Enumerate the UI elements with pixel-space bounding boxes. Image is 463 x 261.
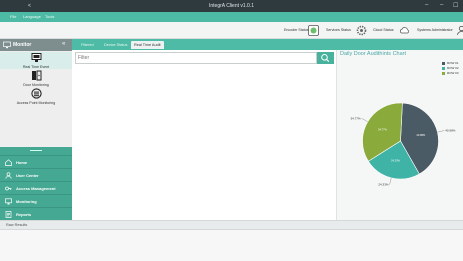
pie-slice-outer-label: 40.98% <box>445 129 456 133</box>
door-icon <box>31 70 41 81</box>
nav-item-access-management[interactable]: Access Management <box>0 181 72 194</box>
services-status-label: Services Status <box>326 28 351 32</box>
nav-item-label: Monitoring <box>16 199 37 204</box>
encoder-status-icon[interactable] <box>308 25 319 36</box>
tab-device-status[interactable]: Device Status <box>101 41 130 49</box>
search-button[interactable] <box>317 52 334 64</box>
menu-language[interactable]: Language <box>23 14 41 19</box>
home-icon <box>5 159 12 166</box>
tab-bar: Filtered Device Status Real Time Audit <box>72 39 463 50</box>
monitor-icon <box>5 198 12 205</box>
nav-item-user-center[interactable]: User Center <box>0 168 72 181</box>
menu-tools[interactable]: Tools <box>45 14 54 19</box>
pie-slice-outer-label: 34.77% <box>350 116 361 120</box>
search-icon <box>321 54 330 62</box>
sidebar-item-label: Access Point Monitoring <box>16 101 56 105</box>
pie-leader-line <box>361 118 368 122</box>
pie-leader-line <box>437 130 445 133</box>
user-icon <box>5 172 12 179</box>
monitor-icon <box>31 53 41 62</box>
key-icon <box>5 186 12 191</box>
chart-panel: Daily Door Audithints Chart ROW 01 ROW 0… <box>336 50 463 220</box>
results-panel-title: Raw Results <box>6 223 28 227</box>
services-status-icon[interactable] <box>356 25 367 36</box>
cloud-status-label: Cloud Status <box>373 28 394 32</box>
sidebar-header[interactable]: Monitor « <box>0 39 72 51</box>
system-admin-label: Systems Administrator <box>417 28 453 32</box>
pie-leader-line <box>389 177 392 185</box>
report-icon <box>5 211 12 218</box>
main-nav: Home User Center Access Management Monit… <box>0 147 72 220</box>
sidebar-item-door-monitoring[interactable]: Door Monitoring <box>0 70 72 87</box>
sidebar-header-label: Monitor <box>13 42 32 48</box>
close-button[interactable]: ☐ <box>453 2 458 9</box>
encoder-status-label: Encoder Status <box>284 28 309 32</box>
sidebar: Monitor « Real Time Event Door Monitorin… <box>0 39 72 220</box>
tab-filtered[interactable]: Filtered <box>78 41 97 49</box>
nav-item-label: Access Management <box>16 186 56 191</box>
sidebar-item-real-time-event[interactable]: Real Time Event <box>0 52 72 69</box>
collapse-icon[interactable]: « <box>62 41 65 47</box>
sidebar-item-label: Door Monitoring <box>23 83 49 87</box>
tab-real-time-audit[interactable]: Real Time Audit <box>131 41 164 49</box>
access-point-icon <box>30 88 42 99</box>
window-titlebar: < IntegrA Client v1.0.1 – – ☐ <box>0 0 463 12</box>
cloud-status-icon[interactable] <box>399 25 410 36</box>
pie-slice-inner-label: 34.77% <box>378 127 387 131</box>
menu-file[interactable]: File <box>10 14 16 19</box>
sidebar-item-access-point-monitoring[interactable]: Access Point Monitoring <box>0 88 72 105</box>
nav-divider <box>30 150 42 151</box>
pie-slice-inner-label: 40.98% <box>416 133 425 137</box>
window-title: IntegrA Client v1.0.1 <box>208 3 255 9</box>
sidebar-item-label: Real Time Event <box>22 65 50 69</box>
monitor-icon <box>3 41 11 49</box>
nav-item-label: Home <box>16 160 28 165</box>
minimize-button[interactable]: – <box>425 2 428 8</box>
nav-item-reports[interactable]: Reports <box>0 207 72 220</box>
pie-chart: 40.98% 40.98% 24.33% 24.33% 34.77% 34.77% <box>350 102 456 187</box>
status-bar: Encoder Status Services Status Cloud Sta… <box>0 22 463 39</box>
restore-button[interactable]: – <box>440 2 443 8</box>
nav-item-label: User Center <box>16 173 39 178</box>
nav-item-label: Reports <box>16 212 32 217</box>
filter-input[interactable] <box>75 52 317 64</box>
pie-slice-inner-label: 24.33% <box>391 158 400 162</box>
nav-item-monitoring[interactable]: Monitoring <box>0 194 72 207</box>
results-panel: Raw Results <box>0 220 463 261</box>
nav-item-home[interactable]: Home <box>0 155 72 168</box>
pie-slice-outer-label: 24.33% <box>378 183 389 187</box>
results-panel-header: Raw Results <box>0 221 463 230</box>
menu-bar: File Language Tools <box>0 12 463 22</box>
user-icon[interactable] <box>456 25 463 36</box>
filter-row <box>72 52 336 64</box>
